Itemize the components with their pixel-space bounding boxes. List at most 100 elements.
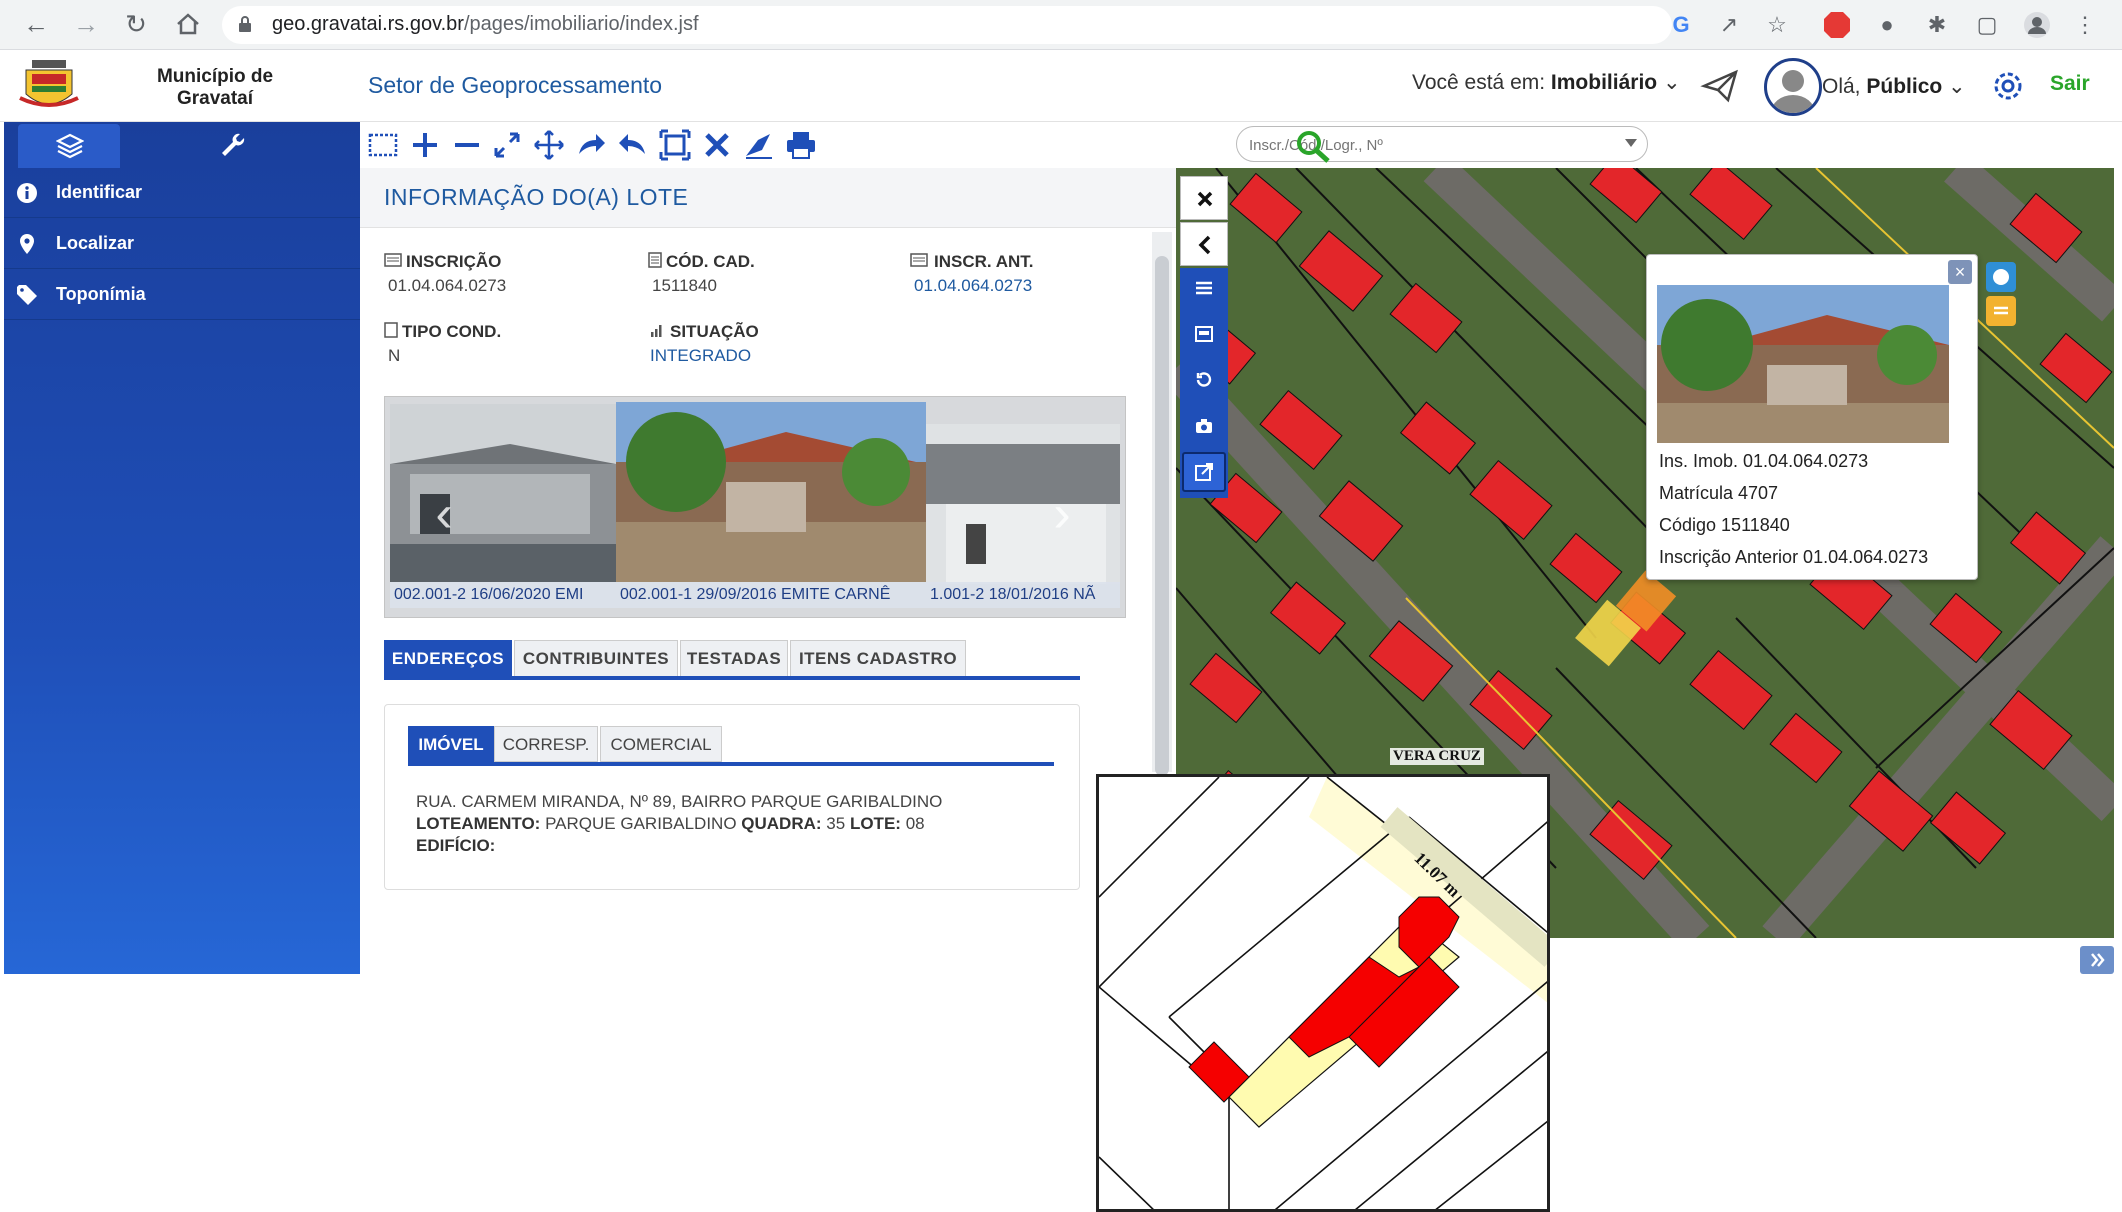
inscr-ant-label: INSCR. ANT. bbox=[934, 252, 1034, 271]
situacao-label: SITUAÇÃO bbox=[670, 322, 759, 341]
card-icon bbox=[910, 253, 928, 267]
subtab-comercial[interactable]: COMERCIAL bbox=[600, 726, 722, 762]
avatar[interactable] bbox=[1764, 58, 1822, 116]
municipality-line1: Município de bbox=[156, 66, 274, 87]
parcel-sketch-inset: 11.07 m bbox=[1096, 774, 1550, 1212]
send-icon[interactable] bbox=[1700, 66, 1740, 106]
tab-testadas[interactable]: TESTADAS bbox=[680, 640, 788, 676]
map-side-toolbar bbox=[1180, 268, 1228, 498]
zoom-out-icon[interactable] bbox=[450, 128, 484, 162]
chevron-down-icon: ⌄ bbox=[1948, 75, 1966, 98]
address-bar[interactable]: geo.gravatai.rs.gov.br/pages/imobiliario… bbox=[222, 6, 1672, 44]
home-icon[interactable] bbox=[172, 8, 204, 40]
zoom-in-icon[interactable] bbox=[408, 128, 442, 162]
edificio-line: EDIFÍCIO: bbox=[416, 836, 495, 856]
greeting-user: Público bbox=[1866, 75, 1943, 98]
property-photo[interactable] bbox=[926, 424, 1120, 584]
panel-scrollbar-thumb[interactable] bbox=[1155, 256, 1169, 776]
browser-toolbar: ← → ↻ geo.gravatai.rs.gov.br/pages/imobi… bbox=[0, 0, 2122, 50]
pan-icon[interactable] bbox=[532, 128, 566, 162]
subtab-corresp[interactable]: CORRESP. bbox=[494, 726, 598, 762]
forward-icon[interactable] bbox=[574, 128, 608, 162]
tab-enderecos[interactable]: ENDEREÇOS bbox=[384, 640, 512, 676]
chevron-left-icon[interactable]: ‹ bbox=[424, 484, 464, 544]
layers-icon bbox=[56, 133, 84, 159]
tab-contribuintes[interactable]: CONTRIBUINTES bbox=[514, 640, 678, 676]
situacao-value: INTEGRADO bbox=[650, 346, 752, 365]
close-icon bbox=[1197, 191, 1213, 207]
cod-cad-value: 1511840 bbox=[652, 276, 717, 295]
inscr-ant-value: 01.04.064.0273 bbox=[914, 276, 1033, 295]
url-text: geo.gravatai.rs.gov.br/pages/imobiliario… bbox=[272, 13, 699, 36]
sidebar-item-localizar[interactable]: Localizar bbox=[4, 219, 360, 269]
popup-codigo: Código 1511840 bbox=[1659, 515, 1790, 535]
fullscreen-icon[interactable] bbox=[490, 128, 524, 162]
share-icon[interactable]: ↗ bbox=[1714, 10, 1744, 40]
close-panel-button[interactable] bbox=[1180, 176, 1228, 220]
popup-ins-imob: Ins. Imob. 01.04.064.0273 bbox=[1659, 451, 1869, 471]
close-icon: × bbox=[1954, 262, 1966, 282]
expand-map-button[interactable] bbox=[2080, 946, 2114, 974]
url-host: geo.gravatai.rs.gov.br bbox=[272, 13, 464, 35]
google-icon[interactable]: G bbox=[1666, 10, 1696, 40]
history-icon[interactable] bbox=[1194, 370, 1214, 390]
search-icon[interactable] bbox=[1294, 128, 1332, 164]
puzzle-icon[interactable]: ✱ bbox=[1922, 10, 1952, 40]
popup-close-button[interactable]: × bbox=[1948, 260, 1972, 284]
subtab-imovel[interactable]: IMÓVEL bbox=[408, 726, 494, 762]
export-icon bbox=[1195, 463, 1213, 481]
chevron-down-icon[interactable] bbox=[1625, 139, 1637, 147]
box-select-icon[interactable] bbox=[366, 128, 400, 162]
adblock-icon[interactable] bbox=[1822, 10, 1852, 40]
tab-itens-cadastro[interactable]: ITENS CADASTRO bbox=[790, 640, 966, 676]
loteamento-value: PARQUE GARIBALDINO bbox=[545, 814, 737, 833]
sidebar-item-toponimia[interactable]: Toponímia bbox=[4, 270, 360, 320]
reload-icon[interactable]: ↻ bbox=[120, 8, 152, 40]
current-module[interactable]: Você está em: Imobiliário ⌄ bbox=[1412, 70, 1681, 95]
legend-badge[interactable] bbox=[1986, 296, 2016, 326]
sidebar-item-label: Toponímia bbox=[56, 284, 146, 304]
export-button[interactable] bbox=[1182, 452, 1226, 492]
sidepanel-icon[interactable]: ▢ bbox=[1972, 10, 2002, 40]
chevron-right-icon[interactable]: › bbox=[1042, 484, 1082, 544]
app-header: Município de Gravataí Setor de Geoprocess… bbox=[0, 50, 2122, 122]
photo-caption: 1.001-2 18/01/2016 NÃ bbox=[926, 582, 1120, 608]
tipo-cond-value: N bbox=[388, 346, 401, 365]
clear-icon[interactable] bbox=[700, 128, 734, 162]
panel-title: INFORMAÇÃO DO(A) LOTE bbox=[384, 184, 689, 210]
forward-arrow-icon[interactable]: → bbox=[70, 8, 102, 40]
sidebar-tabs bbox=[4, 122, 360, 168]
zoom-extent-icon[interactable] bbox=[658, 128, 692, 162]
back-icon[interactable] bbox=[616, 128, 650, 162]
property-photo[interactable] bbox=[1657, 285, 1949, 443]
municipality-logo bbox=[19, 60, 79, 107]
info-badge[interactable] bbox=[1986, 262, 2016, 292]
document-icon bbox=[648, 252, 662, 268]
user-greeting[interactable]: Olá, Público ⌄ bbox=[1822, 74, 1966, 99]
camera-icon[interactable] bbox=[1194, 416, 1214, 436]
sidebar-item-label: Identificar bbox=[56, 182, 143, 202]
print-icon[interactable] bbox=[784, 128, 818, 162]
menu-dots-icon[interactable]: ⋮ bbox=[2070, 10, 2100, 40]
window-icon[interactable] bbox=[1194, 324, 1214, 344]
gear-icon[interactable] bbox=[1990, 68, 2026, 104]
panel-header: INFORMAÇÃO DO(A) LOTE bbox=[360, 168, 1178, 228]
profile-icon[interactable] bbox=[2022, 10, 2052, 40]
sidebar-item-identificar[interactable]: Identificar bbox=[4, 168, 360, 218]
url-path: /pages/imobiliario/index.jsf bbox=[463, 13, 699, 35]
star-icon[interactable]: ☆ bbox=[1762, 10, 1792, 40]
tab-layers[interactable] bbox=[18, 124, 120, 168]
sidebar: Identificar Localizar Toponímia bbox=[4, 122, 360, 974]
property-photo[interactable] bbox=[616, 402, 926, 582]
chevron-left-icon bbox=[1198, 235, 1211, 255]
lote-label: LOTE: bbox=[849, 814, 901, 833]
chevron-down-icon: ⌄ bbox=[1662, 71, 1681, 94]
back-arrow-icon[interactable]: ← bbox=[20, 8, 52, 40]
list-icon[interactable] bbox=[1194, 278, 1214, 298]
extension-icon[interactable]: ● bbox=[1872, 10, 1902, 40]
tab-tools[interactable] bbox=[218, 130, 248, 160]
loteamento-line: LOTEAMENTO: PARQUE GARIBALDINO QUADRA: 3… bbox=[416, 814, 925, 834]
collapse-panel-button[interactable] bbox=[1180, 222, 1228, 266]
eraser-icon[interactable] bbox=[742, 128, 776, 162]
logout-link[interactable]: Sair bbox=[2050, 72, 2090, 96]
